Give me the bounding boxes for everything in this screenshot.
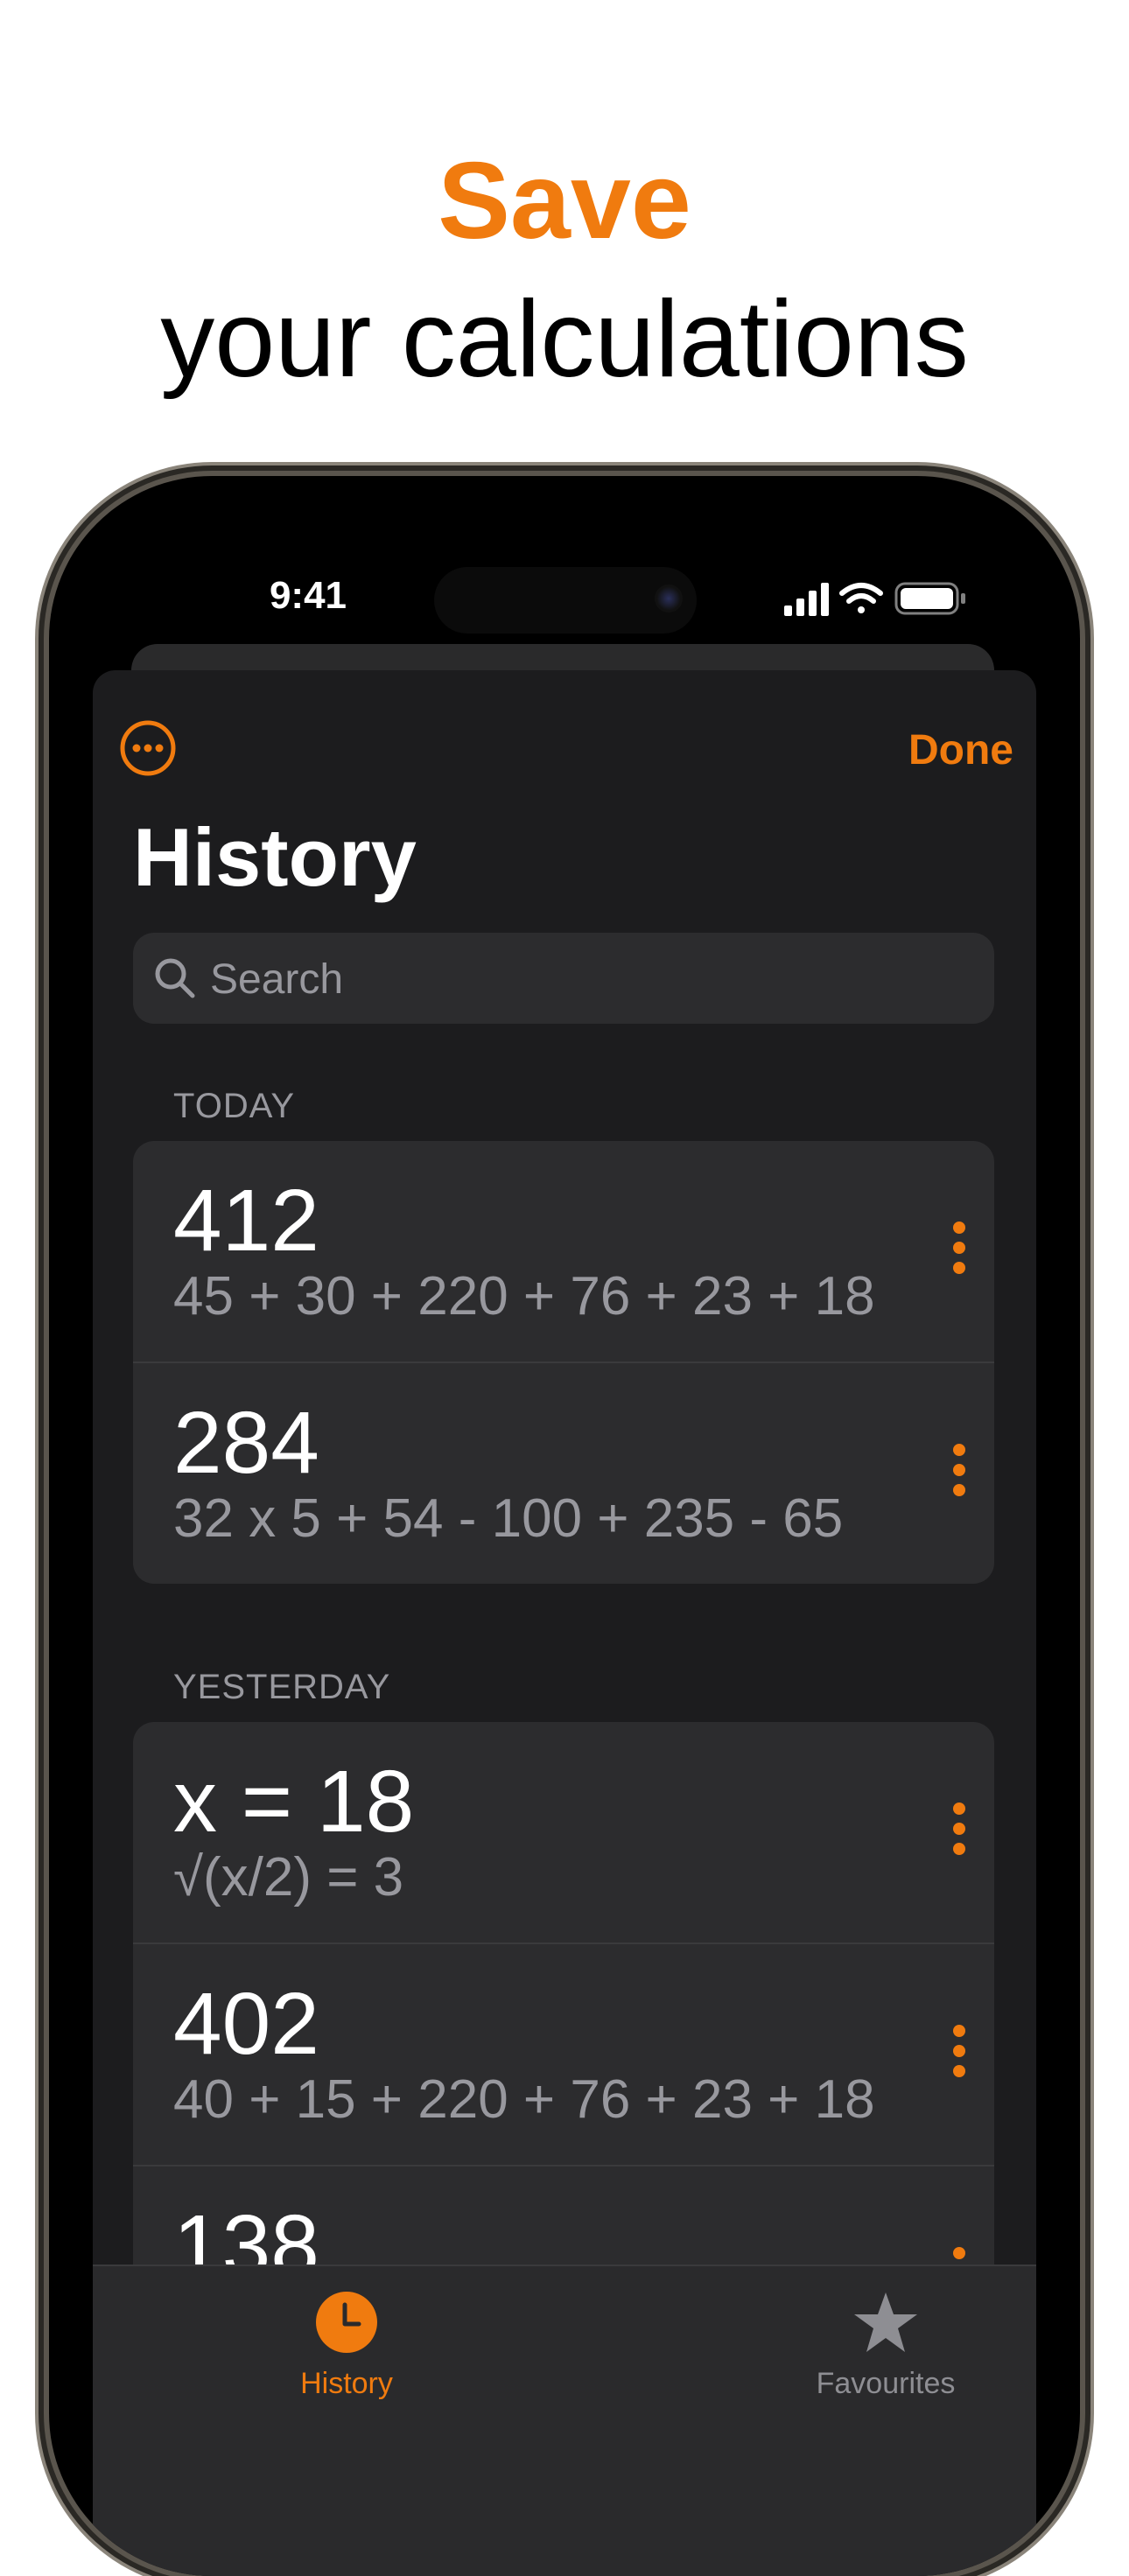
search-input[interactable] (208, 933, 964, 1026)
phone-frame: 9:41 Done History Search TODAY 412 45 + … (49, 476, 1080, 2576)
volume-down-button (39, 1246, 49, 1407)
history-row[interactable]: 412 45 + 30 + 220 + 76 + 23 + 18 (133, 1141, 994, 1362)
history-row[interactable]: x = 18 √(x/2) = 3 (133, 1722, 994, 1942)
tab-bar: History Favourites (93, 2264, 1036, 2576)
history-expression: 32 x 5 + 54 - 100 + 235 - 65 (173, 1488, 844, 1549)
headline-accent: Save (438, 141, 691, 262)
history-result: 412 (173, 1172, 319, 1270)
page-title: History (133, 811, 417, 903)
more-vertical-icon[interactable] (949, 1802, 970, 1864)
history-row[interactable]: 284 32 x 5 + 54 - 100 + 235 - 65 (133, 1362, 994, 1584)
camera-icon (655, 584, 683, 612)
tab-label: History (300, 2367, 393, 2400)
clock-icon (316, 2292, 377, 2353)
history-expression: √(x/2) = 3 (173, 1847, 404, 1908)
history-expression: 45 + 30 + 220 + 76 + 23 + 18 (173, 1266, 875, 1326)
search-bar[interactable] (133, 933, 994, 1026)
history-group-today: 412 45 + 30 + 220 + 76 + 23 + 18 284 32 … (133, 1141, 994, 1584)
battery-icon (894, 582, 965, 615)
section-header-today: TODAY (173, 1087, 296, 1125)
action-button (39, 889, 49, 970)
more-vertical-icon[interactable] (949, 2025, 970, 2086)
history-expression: 40 + 15 + 220 + 76 + 23 + 18 (173, 2069, 875, 2130)
ellipsis-circle-icon[interactable] (119, 719, 177, 777)
done-button[interactable]: Done (908, 726, 1013, 774)
status-icons (784, 582, 965, 616)
tab-favourites[interactable]: Favourites (754, 2291, 1017, 2401)
tab-label: Favourites (816, 2367, 956, 2400)
more-vertical-icon[interactable] (949, 1444, 970, 1505)
history-result: 402 (173, 1975, 319, 2073)
search-icon (155, 958, 195, 998)
volume-up-button (39, 1045, 49, 1206)
history-result: x = 18 (173, 1753, 415, 1851)
more-vertical-icon[interactable] (949, 1222, 970, 1283)
history-result: 284 (173, 1394, 319, 1492)
power-button (1080, 1153, 1090, 1407)
status-time: 9:41 (269, 574, 347, 617)
cellular-icon (784, 583, 829, 616)
section-header-yesterday: YESTERDAY (173, 1668, 391, 1706)
tab-history[interactable]: History (215, 2291, 478, 2401)
history-row[interactable]: 402 40 + 15 + 220 + 76 + 23 + 18 (133, 1942, 994, 2165)
wifi-icon (839, 583, 883, 613)
headline-main: your calculations (160, 279, 969, 400)
star-icon (854, 2292, 917, 2352)
